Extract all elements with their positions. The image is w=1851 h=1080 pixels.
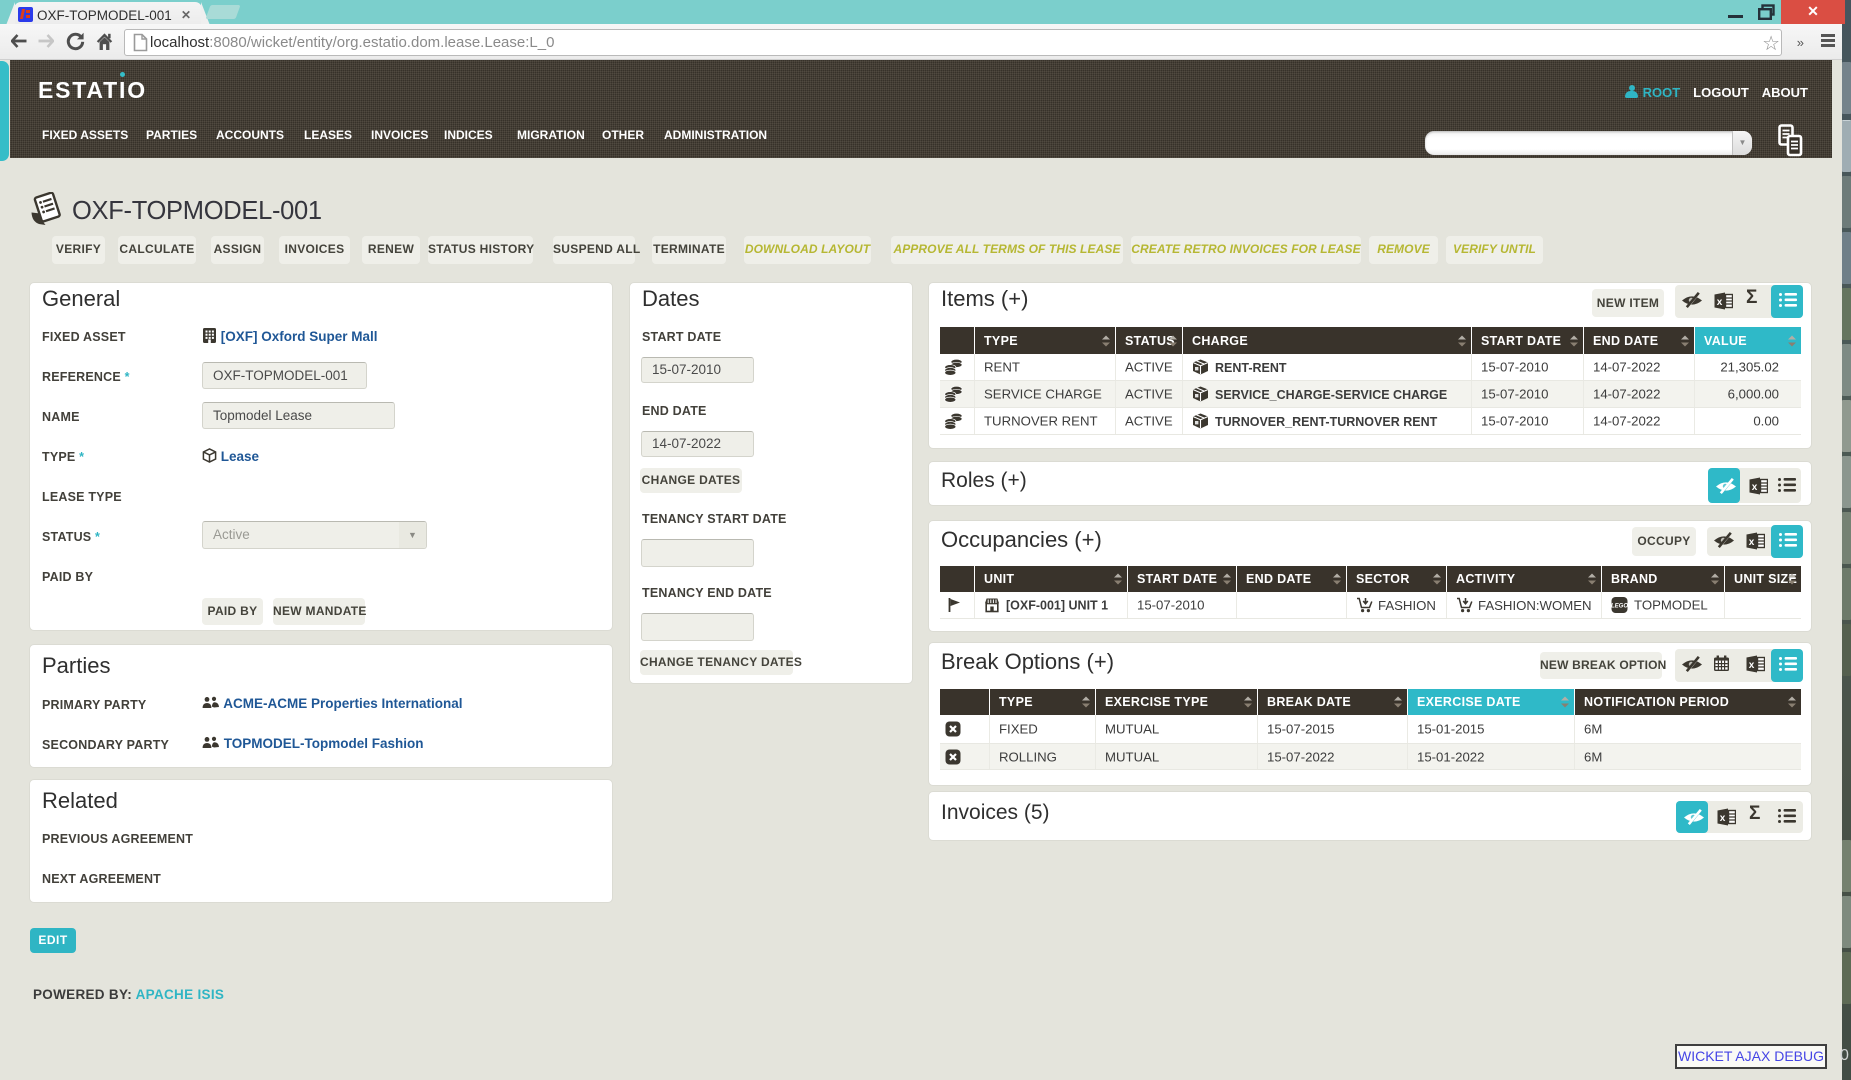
svg-text:LEGO: LEGO bbox=[1611, 604, 1628, 610]
